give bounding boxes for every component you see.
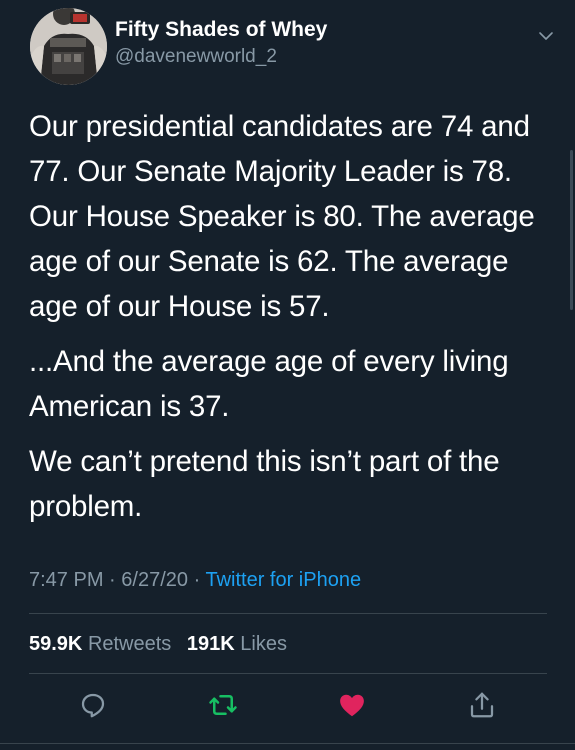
- avatar[interactable]: [30, 8, 107, 85]
- meta-separator: ·: [109, 569, 116, 591]
- meta-separator: ·: [193, 569, 201, 591]
- tweet-paragraph: ...And the average age of every living A…: [29, 345, 509, 423]
- retweets-label: Retweets: [87, 633, 172, 655]
- heart-icon: [340, 694, 364, 717]
- tweet-detail: Fifty Shades of Whey @davenewworld_2 Our…: [0, 0, 575, 750]
- tweet-source-link[interactable]: Twitter for iPhone: [205, 569, 361, 591]
- retweet-icon: [209, 695, 237, 715]
- action-bar: [0, 688, 575, 728]
- tweet-time[interactable]: 7:47 PM: [29, 569, 103, 591]
- display-name[interactable]: Fifty Shades of Whey: [115, 17, 327, 43]
- divider: [29, 613, 547, 614]
- retweets-count: 59.9K: [29, 633, 83, 655]
- avatar-image: [30, 8, 107, 85]
- like-button[interactable]: [335, 688, 369, 722]
- user-handle[interactable]: @davenewworld_2: [115, 44, 327, 70]
- tweet-paragraph: We can’t pretend this isn’t part of the …: [29, 445, 500, 523]
- tweet-date[interactable]: 6/27/20: [121, 569, 188, 591]
- tweet-stats: 59.9K Retweets 191K Likes: [29, 631, 287, 657]
- scrollbar[interactable]: [570, 150, 573, 310]
- tweet-header: Fifty Shades of Whey @davenewworld_2: [30, 8, 560, 88]
- likes-count: 191K: [186, 633, 235, 655]
- retweet-button[interactable]: [206, 688, 240, 722]
- chevron-down-icon[interactable]: [538, 28, 554, 44]
- user-names: Fifty Shades of Whey @davenewworld_2: [115, 17, 327, 70]
- tweet-text: Our presidential candidates are 74 and 7…: [29, 104, 559, 539]
- reply-button[interactable]: [76, 688, 110, 722]
- divider: [29, 673, 547, 674]
- retweets-stat[interactable]: 59.9K Retweets: [29, 633, 171, 655]
- divider: [0, 743, 575, 744]
- share-icon: [470, 692, 494, 718]
- tweet-paragraph: Our presidential candidates are 74 and 7…: [29, 110, 535, 323]
- share-button[interactable]: [465, 688, 499, 722]
- tweet-meta: 7:47 PM · 6/27/20 · Twitter for iPhone: [29, 567, 361, 593]
- reply-icon: [81, 693, 105, 718]
- likes-label: Likes: [240, 633, 287, 655]
- likes-stat[interactable]: 191K Likes: [187, 633, 287, 655]
